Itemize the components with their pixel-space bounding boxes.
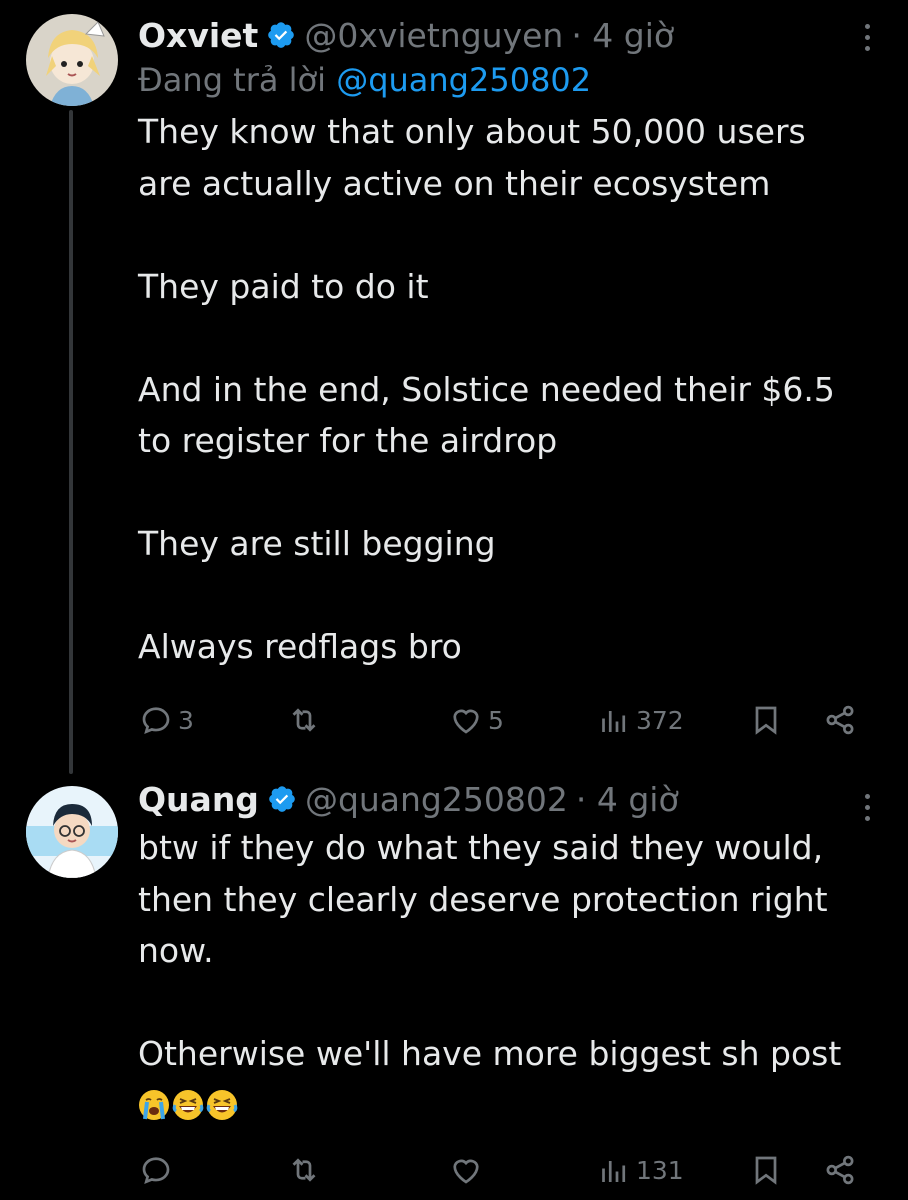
tweet-text-line: are actually active on their ecosystem: [138, 163, 771, 203]
emoji-row: [138, 1080, 878, 1131]
tweet-text-line: They paid to do it: [138, 266, 429, 306]
share-button[interactable]: [822, 700, 858, 740]
retweet-icon: [292, 1158, 316, 1182]
tweet-text-line: now.: [138, 931, 214, 970]
tweet-text-line: They know that only about 50,000 users: [138, 112, 806, 151]
replying-label: Đang trả lời: [138, 61, 327, 99]
more-options-icon[interactable]: [862, 794, 872, 821]
tweet-text: btw if they do what they said they would…: [138, 822, 878, 1131]
like-button[interactable]: [448, 1150, 488, 1190]
views-icon: [602, 711, 626, 732]
reply-count: 3: [178, 705, 194, 735]
grinning-squinting-face-icon: [206, 1090, 238, 1120]
share-icon: [826, 705, 854, 735]
tweet-time[interactable]: · 4 giờ: [576, 780, 679, 819]
more-options-icon[interactable]: [862, 24, 872, 51]
reply-icon: [142, 707, 170, 734]
views-icon: [602, 1161, 626, 1182]
tweet-text-line: They are still begging: [138, 524, 496, 563]
grinning-squinting-face-icon: [172, 1090, 204, 1120]
author-handle[interactable]: @0xvietnguyen: [304, 16, 563, 55]
reply-button[interactable]: 3: [138, 700, 194, 740]
replying-mention-link[interactable]: @quang250802: [336, 61, 591, 99]
like-button[interactable]: 5: [448, 700, 504, 740]
tweet-header: Quang @quang250802 · 4 giờ: [138, 776, 878, 822]
verified-badge-icon: [269, 786, 295, 812]
bookmark-icon: [755, 1156, 777, 1185]
tweet-actions: 131: [138, 1150, 878, 1190]
loudly-crying-face-icon: [139, 1090, 169, 1120]
author-handle[interactable]: @quang250802: [305, 780, 568, 819]
retweet-button[interactable]: [286, 700, 326, 740]
verified-badge-icon: [268, 22, 295, 48]
author-name[interactable]: Quang: [138, 780, 259, 819]
views-count: 131: [636, 1155, 684, 1185]
tweet-text-line: then they clearly deserve protection rig…: [138, 879, 828, 919]
views-button[interactable]: 131: [596, 1150, 684, 1190]
author-name[interactable]: Oxviet: [138, 16, 258, 55]
thread-line: [69, 110, 73, 774]
tweet-text: They know that only about 50,000 users a…: [138, 106, 878, 673]
reply-icon: [142, 1157, 170, 1184]
avatar-oxviet[interactable]: [26, 14, 118, 106]
bookmark-button[interactable]: [748, 1150, 784, 1190]
retweet-icon: [292, 708, 316, 732]
share-icon: [826, 1155, 854, 1185]
tweet-header: Oxviet @0xvietnguyen · 4 giờ: [138, 12, 878, 58]
share-button[interactable]: [822, 1150, 858, 1190]
retweet-button[interactable]: [286, 1150, 326, 1190]
views-button[interactable]: 372: [596, 700, 684, 740]
replying-to: Đang trả lời @quang250802: [138, 58, 878, 102]
tweet-text-line: btw if they do what they said they would…: [138, 828, 824, 867]
tweet-text-line: to register for the airdrop: [138, 421, 558, 460]
tweet-text-line: And in the end, Solstice needed their $6…: [138, 369, 835, 409]
tweet-text-line: Always redflags bro: [138, 627, 462, 666]
bookmark-icon: [755, 706, 777, 735]
heart-icon: [453, 1159, 479, 1184]
views-count: 372: [636, 705, 684, 735]
tweet-time[interactable]: · 4 giờ: [571, 16, 674, 55]
tweet-actions: 3 5 372: [138, 700, 878, 740]
like-count: 5: [488, 705, 504, 735]
tweet-text-line: Otherwise we'll have more biggest sh pos…: [138, 1034, 842, 1073]
avatar-quang[interactable]: [26, 786, 118, 878]
heart-icon: [453, 709, 479, 734]
reply-button[interactable]: [138, 1150, 178, 1190]
bookmark-button[interactable]: [748, 700, 784, 740]
